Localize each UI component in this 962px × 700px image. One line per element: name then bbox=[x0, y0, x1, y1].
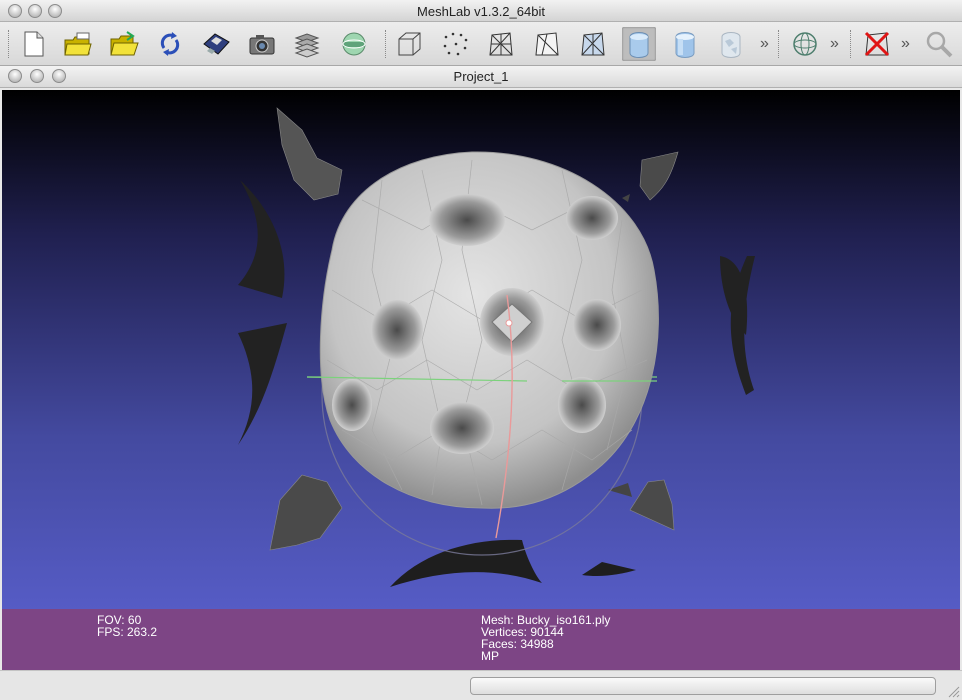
points-button[interactable] bbox=[438, 27, 472, 61]
new-project-button[interactable] bbox=[16, 27, 50, 61]
fps-label: FPS: 263.2 bbox=[97, 625, 158, 639]
reload-arrows-icon bbox=[160, 32, 180, 56]
hidden-lines-icon bbox=[535, 32, 559, 56]
snapshot-button[interactable] bbox=[245, 27, 279, 61]
globe-image-icon bbox=[342, 32, 366, 56]
render-mode-label: MP bbox=[481, 649, 499, 663]
import-mesh-button[interactable] bbox=[107, 27, 141, 61]
new-file-icon bbox=[24, 31, 44, 57]
save-button[interactable] bbox=[199, 27, 233, 61]
layers-button[interactable] bbox=[290, 27, 324, 61]
wireframe-button[interactable] bbox=[484, 27, 518, 61]
flat-shaded-icon bbox=[629, 32, 649, 58]
toolbar-separator bbox=[778, 30, 779, 58]
status-bar bbox=[0, 670, 962, 700]
reload-button[interactable] bbox=[153, 27, 187, 61]
toolbar-overflow-button[interactable]: » bbox=[760, 35, 769, 53]
bounding-box-button[interactable] bbox=[392, 27, 426, 61]
toolbar-separator bbox=[385, 30, 386, 58]
open-project-button[interactable] bbox=[61, 27, 95, 61]
layers-icon bbox=[294, 33, 320, 58]
camera-icon bbox=[249, 35, 275, 55]
mesh-render bbox=[238, 107, 755, 587]
magnifier-icon bbox=[926, 31, 953, 58]
flat-shading-button[interactable] bbox=[622, 27, 656, 61]
title-bar: MeshLab v1.3.2_64bit bbox=[0, 0, 962, 22]
meshlab-window: MeshLab v1.3.2_64bit » » » Project_1 FOV… bbox=[0, 0, 962, 700]
bucky-mesh bbox=[319, 151, 659, 509]
red-x-icon bbox=[864, 31, 890, 57]
raster-button[interactable] bbox=[337, 27, 371, 61]
delete-button[interactable] bbox=[860, 27, 894, 61]
toolbar-overflow-button[interactable]: » bbox=[901, 35, 910, 53]
floppy-disk-icon bbox=[203, 33, 230, 55]
box-wire-icon bbox=[398, 32, 421, 56]
folder-stack-icon bbox=[64, 32, 92, 56]
resize-grip-icon[interactable] bbox=[948, 686, 960, 698]
trackball-icon bbox=[793, 32, 817, 56]
toolbar-separator bbox=[850, 30, 851, 58]
info-overlay: FOV: 60 FPS: 263.2 Mesh: Bucky_iso161.pl… bbox=[2, 609, 960, 670]
texture-button[interactable] bbox=[714, 27, 748, 61]
toolbar-separator bbox=[8, 30, 9, 58]
open-folder-icon bbox=[110, 31, 139, 56]
document-title-bar: Project_1 bbox=[0, 66, 962, 88]
smooth-shaded-icon bbox=[675, 32, 695, 58]
wireframe-icon bbox=[489, 32, 513, 56]
document-title: Project_1 bbox=[453, 69, 509, 84]
texture-icon bbox=[721, 32, 741, 58]
smooth-shading-button[interactable] bbox=[668, 27, 702, 61]
toolbar-overflow-button[interactable]: » bbox=[830, 35, 839, 53]
trackball-button[interactable] bbox=[788, 27, 822, 61]
progress-bar bbox=[470, 677, 936, 695]
search-button[interactable] bbox=[922, 27, 956, 61]
flat-lines-icon bbox=[581, 32, 605, 56]
points-icon bbox=[443, 32, 468, 56]
flat-lines-button[interactable] bbox=[576, 27, 610, 61]
3d-viewport[interactable]: FOV: 60 FPS: 263.2 Mesh: Bucky_iso161.pl… bbox=[2, 90, 960, 670]
hidden-lines-button[interactable] bbox=[530, 27, 564, 61]
main-toolbar: » » » bbox=[0, 22, 962, 66]
app-title: MeshLab v1.3.2_64bit bbox=[417, 4, 545, 19]
